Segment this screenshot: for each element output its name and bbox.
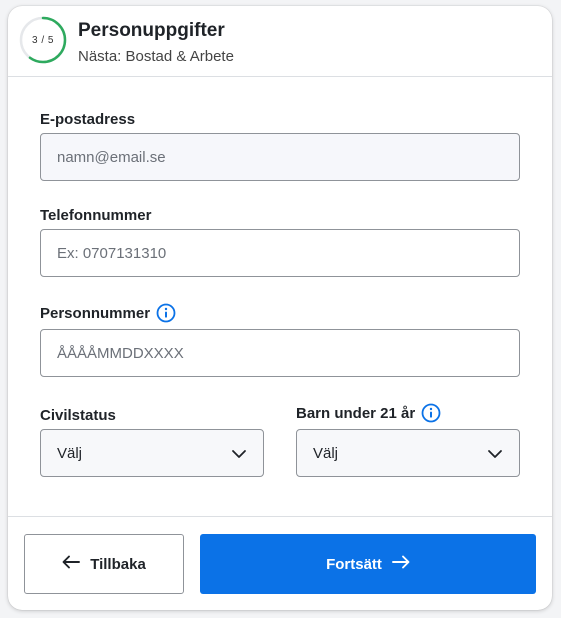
phone-field[interactable]: Ex: 0707131310 (40, 229, 520, 277)
next-step-subtitle: Nästa: Bostad & Arbete (78, 48, 234, 65)
children-label: Barn under 21 år (296, 403, 441, 423)
personal-number-label-text: Personnummer (40, 304, 151, 322)
continue-button[interactable]: Fortsätt (200, 534, 536, 594)
civil-status-label-text: Civilstatus (40, 407, 116, 424)
step-indicator: 3 / 5 (32, 34, 54, 46)
civil-status-label: Civilstatus (40, 407, 116, 424)
arrow-left-icon (62, 555, 81, 573)
chevron-down-icon (231, 446, 247, 466)
back-button[interactable]: Tillbaka (24, 534, 184, 594)
step-header: 3 / 5 Personuppgifter Nästa: Bostad & Ar… (8, 6, 552, 77)
phone-label: Telefonnummer (40, 207, 151, 224)
children-label-text: Barn under 21 år (296, 404, 416, 422)
email-label: E-postadress (40, 111, 135, 128)
personal-number-label: Personnummer (40, 303, 176, 323)
page-title: Personuppgifter (78, 20, 225, 41)
email-placeholder: namn@email.se (57, 148, 166, 166)
email-field[interactable]: namn@email.se (40, 133, 520, 181)
back-button-label: Tillbaka (90, 555, 146, 573)
email-label-text: E-postadress (40, 111, 136, 128)
continue-button-label: Fortsätt (326, 555, 382, 573)
personal-number-field[interactable]: ÅÅÅÅMMDDXXXX (40, 329, 520, 377)
info-icon[interactable] (421, 403, 441, 423)
phone-placeholder: Ex: 0707131310 (57, 244, 167, 262)
form-card: 3 / 5 Personuppgifter Nästa: Bostad & Ar… (8, 6, 552, 610)
civil-status-select[interactable]: Välj (40, 429, 264, 477)
arrow-right-icon (391, 555, 410, 573)
children-select[interactable]: Välj (296, 429, 520, 477)
step-progress-ring: 3 / 5 (19, 16, 67, 64)
info-icon[interactable] (156, 303, 176, 323)
civil-status-value: Välj (57, 444, 83, 462)
chevron-down-icon (487, 446, 503, 466)
children-value: Välj (313, 444, 339, 462)
personal-number-placeholder: ÅÅÅÅMMDDXXXX (57, 344, 184, 362)
phone-label-text: Telefonnummer (40, 207, 152, 224)
form-footer: Tillbaka Fortsätt (8, 516, 552, 610)
